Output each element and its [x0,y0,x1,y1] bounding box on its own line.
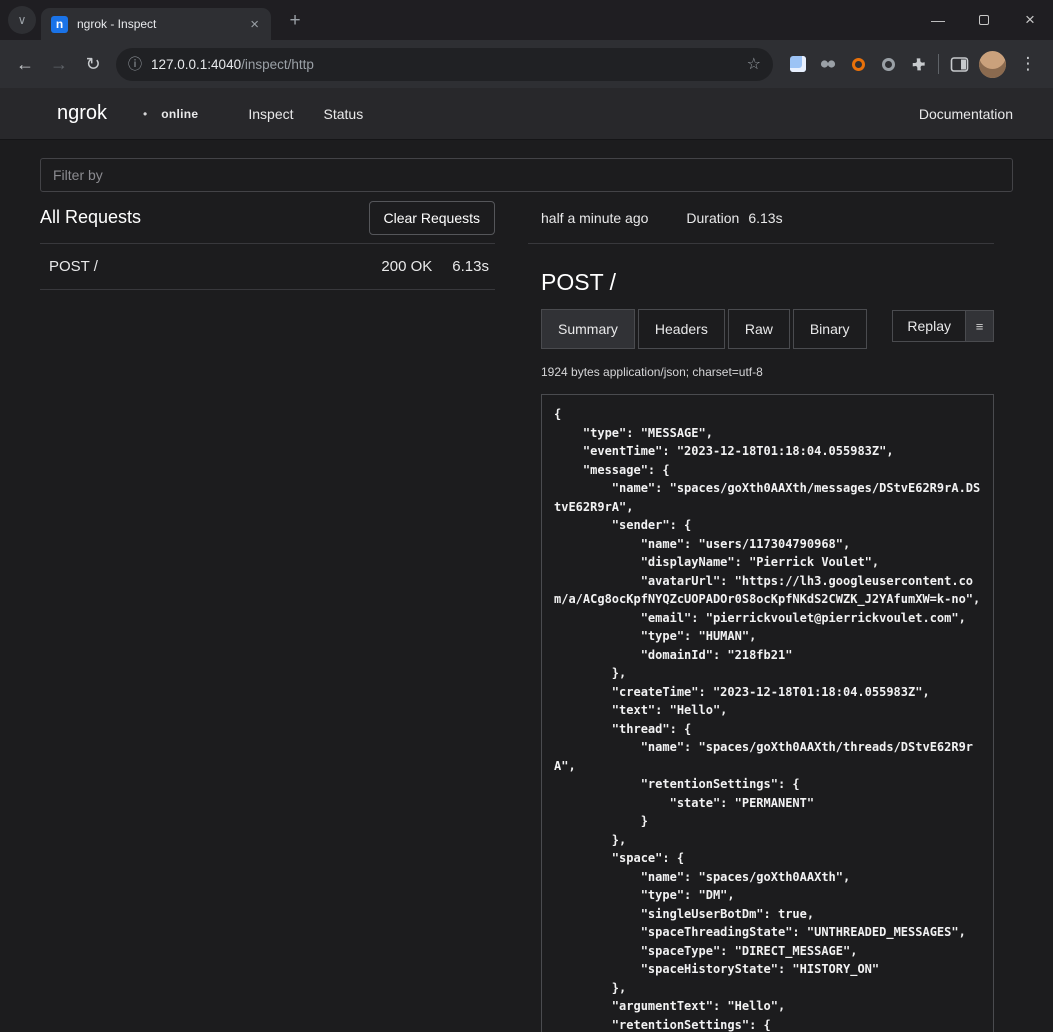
requests-title: All Requests [40,207,141,228]
window-maximize-button[interactable] [961,0,1007,40]
request-duration: 6.13s [452,258,489,275]
duration-value: 6.13s [748,210,782,226]
goggles-icon [819,56,837,72]
url-path: /inspect/http [241,57,314,72]
detail-body: POST / Summary Headers Raw Binary Replay… [528,269,994,1032]
clear-requests-button[interactable]: Clear Requests [369,201,496,235]
request-method-path: POST / [49,258,381,275]
bookmark-star-icon[interactable]: ☆ [747,54,761,74]
back-button[interactable]: ← [8,47,42,81]
window-controls: — × [915,0,1053,40]
detail-panel: half a minute ago Duration 6.13s POST / … [528,192,1013,1032]
ngrok-favicon-icon: n [51,16,68,33]
orange-ring-icon [852,58,865,71]
request-status: 200 OK [381,258,432,275]
window-minimize-button[interactable]: — [915,0,961,40]
back-icon: ← [16,54,34,75]
replay-button-group: Replay ≡ [892,310,994,342]
forward-icon: → [50,54,68,75]
online-status-dot-icon: • [143,107,147,121]
tab-binary[interactable]: Binary [793,309,867,349]
duration-label: Duration [686,210,739,226]
detail-meta-row: half a minute ago Duration 6.13s [528,192,994,244]
replay-menu-icon: ≡ [976,319,984,334]
chevron-down-icon: ∨ [18,13,27,27]
address-bar[interactable]: ⓘ 127.0.0.1:4040/inspect/http ☆ [116,48,773,81]
request-body-json[interactable]: { "type": "MESSAGE", "eventTime": "2023-… [541,394,994,1032]
detail-tabs: Summary Headers Raw Binary Replay ≡ [541,309,994,349]
new-tab-button[interactable]: + [283,9,307,33]
reload-button[interactable]: ↻ [76,47,110,81]
extensions-menu-button[interactable] [903,47,933,81]
extension-blue-glyph-icon [790,56,806,72]
request-title: POST / [541,269,994,296]
profile-avatar[interactable] [979,51,1006,78]
tab-close-icon[interactable]: × [248,16,261,33]
browser-titlebar: ∨ n ngrok - Inspect × + — × [0,0,1053,40]
side-panel-button[interactable] [944,47,974,81]
extension-blue-icon[interactable] [783,47,813,81]
browser-toolbar: ← → ↻ ⓘ 127.0.0.1:4040/inspect/http ☆ ⋮ [0,40,1053,88]
forward-button[interactable]: → [42,47,76,81]
window-maximize-icon [979,15,989,25]
gray-ring-icon [882,58,895,71]
browser-tab[interactable]: n ngrok - Inspect × [41,8,271,40]
extension-gray-icon[interactable] [873,47,903,81]
request-time-ago: half a minute ago [541,210,648,226]
filter-input[interactable] [40,158,1013,192]
app-header: ngrok • online Inspect Status Documentat… [0,88,1053,140]
extension-orange-icon[interactable] [843,47,873,81]
nav-status-link[interactable]: Status [324,106,364,122]
reload-icon: ↻ [85,54,100,75]
replay-button[interactable]: Replay [892,310,966,342]
extension-goggles-icon[interactable] [813,47,843,81]
nav-inspect-link[interactable]: Inspect [248,106,293,122]
main-content: All Requests Clear Requests POST / 200 O… [0,192,1053,1032]
side-panel-icon [950,56,969,73]
content-type-meta: 1924 bytes application/json; charset=utf… [541,365,994,379]
window-close-button[interactable]: × [1007,0,1053,40]
tab-headers[interactable]: Headers [638,309,725,349]
ngrok-inspect-page: ngrok • online Inspect Status Documentat… [0,88,1053,1032]
puzzle-icon [910,56,927,73]
requests-panel: All Requests Clear Requests POST / 200 O… [40,192,495,290]
request-list-item[interactable]: POST / 200 OK 6.13s [40,244,495,290]
tab-summary[interactable]: Summary [541,309,635,349]
kebab-menu-icon: ⋮ [1020,54,1037,74]
replay-options-button[interactable]: ≡ [966,310,994,342]
requests-header: All Requests Clear Requests [40,192,495,244]
site-info-icon[interactable]: ⓘ [128,54,142,74]
url-host: 127.0.0.1:4040 [151,57,241,72]
tab-search-button[interactable]: ∨ [8,6,36,34]
tab-title: ngrok - Inspect [77,17,239,31]
tab-raw[interactable]: Raw [728,309,790,349]
filter-section [0,140,1053,192]
browser-menu-button[interactable]: ⋮ [1011,47,1045,81]
toolbar-separator [938,54,939,74]
ngrok-logo[interactable]: ngrok [57,102,107,125]
nav-documentation-link[interactable]: Documentation [919,106,1013,122]
online-status-label: online [161,107,198,121]
url-text: 127.0.0.1:4040/inspect/http [151,57,738,72]
